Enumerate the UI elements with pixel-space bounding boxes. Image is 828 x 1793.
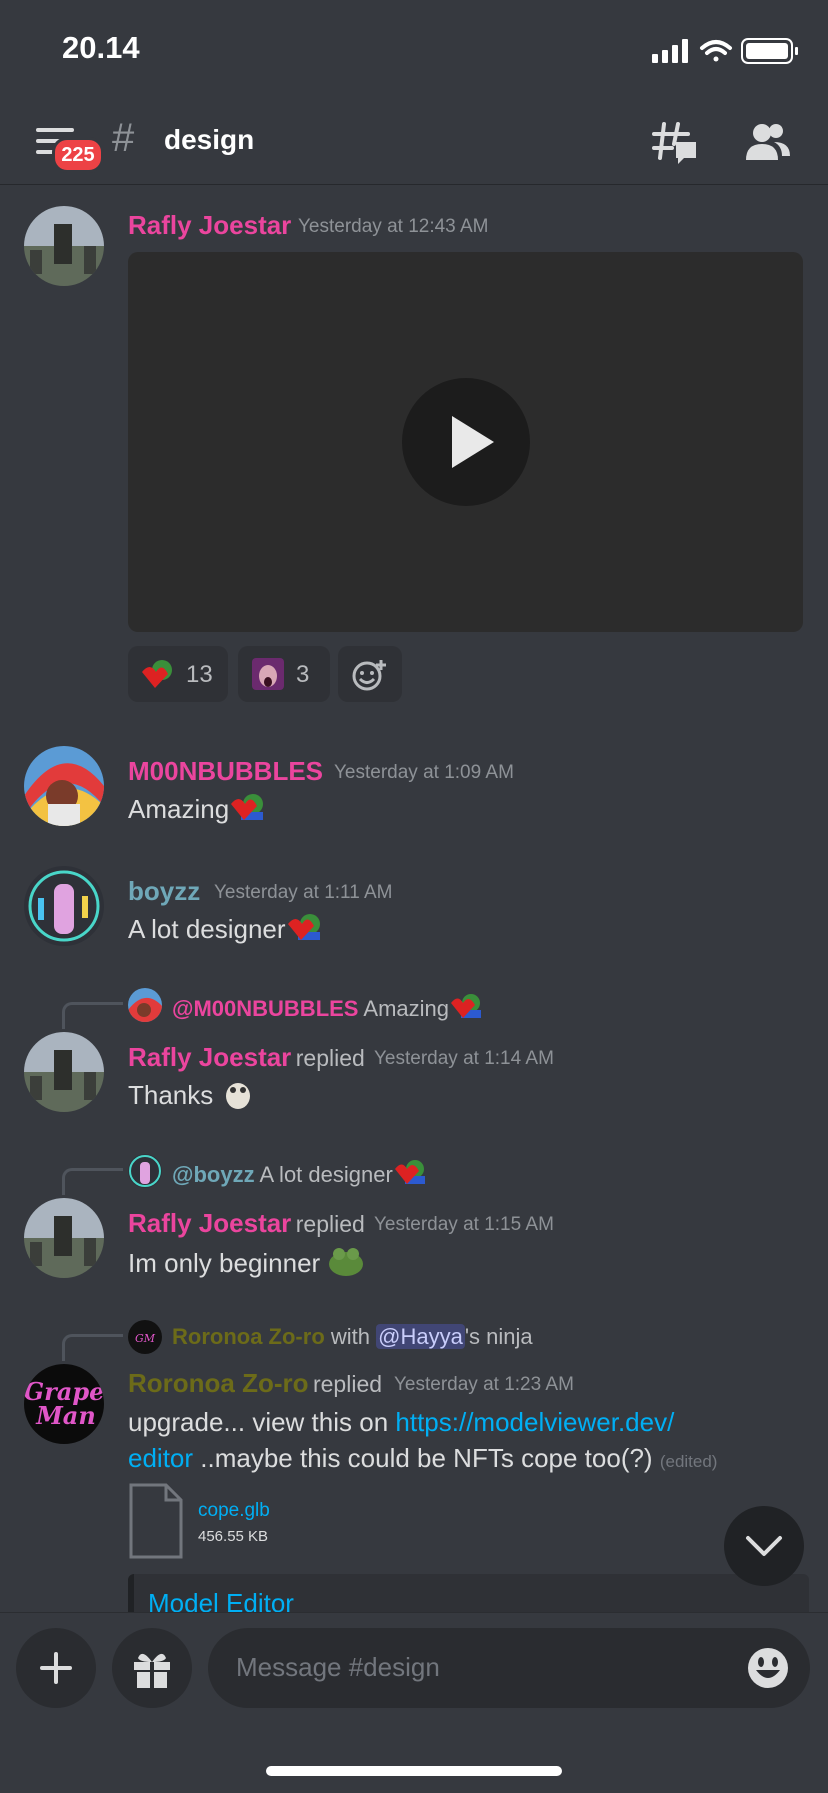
reply-text: Amazing — [363, 996, 449, 1021]
svg-text:GM: GM — [135, 1332, 156, 1345]
message-text: Im only beginner — [128, 1244, 365, 1279]
message-input-placeholder: Message #design — [236, 1652, 440, 1682]
message-username[interactable]: M00NBUBBLES — [128, 756, 323, 787]
reaction-pepe-heart[interactable]: 13 — [128, 646, 228, 702]
emoji-button[interactable] — [746, 1646, 790, 1690]
play-icon — [452, 416, 494, 468]
reply-text-suffix: 's ninja — [464, 1324, 533, 1349]
pepe-heart-emoji — [231, 794, 264, 820]
message-link[interactable]: https://modelviewer.dev/ — [395, 1407, 674, 1437]
scroll-to-bottom-button[interactable] — [724, 1506, 804, 1586]
battery-icon — [741, 38, 798, 64]
message-text-content: Thanks — [128, 1080, 214, 1110]
message-timestamp: Yesterday at 1:09 AM — [334, 762, 514, 783]
avatar[interactable] — [24, 1032, 104, 1112]
message-username[interactable]: boyzz — [128, 876, 200, 907]
reply-preview[interactable]: @M00NBUBBLES Amazing — [172, 992, 483, 1022]
add-reaction-button[interactable] — [338, 646, 402, 702]
message-text-content: Im only beginner — [128, 1248, 321, 1278]
avatar[interactable] — [24, 1198, 104, 1278]
avatar[interactable] — [24, 206, 104, 286]
replied-label: replied — [295, 1211, 365, 1237]
message-link-continued[interactable]: editor — [128, 1443, 193, 1473]
status-icons — [652, 38, 798, 64]
pepe-heart-emoji — [142, 660, 172, 688]
channel-hash-icon: # — [112, 116, 135, 160]
message-text-continued: ..maybe this could be NFTs cope too(?) — [193, 1443, 653, 1473]
avatar[interactable]: Grape Man — [24, 1364, 104, 1444]
status-time: 20.14 — [62, 30, 140, 65]
signal-icon — [652, 39, 688, 63]
message-header: Rafly Joestar replied — [128, 1042, 365, 1073]
reaction-count: 13 — [186, 661, 213, 688]
message-text-content: upgrade... view this on — [128, 1407, 396, 1437]
chevron-down-icon — [746, 1536, 782, 1556]
svg-text:Man: Man — [35, 1401, 96, 1430]
embed-title[interactable]: Model Editor — [148, 1588, 294, 1614]
message-username[interactable]: Rafly Joestar — [128, 1208, 291, 1238]
attachment-size: 456.55 KB — [198, 1528, 269, 1545]
play-button[interactable] — [402, 378, 530, 506]
unread-badge: 225 — [52, 137, 104, 173]
message-header: Roronoa Zo-ro replied — [128, 1368, 382, 1399]
home-indicator — [266, 1766, 562, 1776]
link-embed[interactable]: Model Editor — [128, 1574, 809, 1614]
file-attachment[interactable] — [128, 1482, 184, 1560]
reply-avatar — [128, 1154, 162, 1188]
plus-icon — [40, 1652, 72, 1684]
reply-connector — [62, 1334, 123, 1361]
replied-label: replied — [295, 1045, 365, 1071]
reply-text: A lot designer — [259, 1162, 393, 1187]
screaming-face-emoji — [252, 658, 284, 690]
file-icon — [129, 1483, 183, 1559]
gift-icon — [134, 1653, 170, 1688]
message-timestamp: Yesterday at 1:15 AM — [374, 1214, 554, 1235]
message-timestamp: Yesterday at 1:23 AM — [394, 1374, 574, 1395]
message-text: Thanks — [128, 1078, 255, 1111]
wifi-icon — [700, 40, 732, 62]
reply-mention: @M00NBUBBLES — [172, 996, 359, 1021]
frog-emoji — [329, 1248, 364, 1276]
attachment-name[interactable]: cope.glb — [198, 1500, 270, 1522]
pepe-heart-emoji — [287, 914, 320, 940]
reply-preview[interactable]: Roronoa Zo-ro with @Hayya's ninja — [172, 1324, 533, 1350]
add-reaction-icon — [352, 660, 386, 691]
message-username[interactable]: Rafly Joestar — [128, 210, 291, 241]
reaction-face[interactable]: 3 — [238, 646, 330, 702]
reply-text: with — [330, 1324, 371, 1349]
message-header: Rafly Joestar replied — [128, 1208, 365, 1239]
reply-preview[interactable]: @boyzz A lot designer — [172, 1158, 427, 1188]
pepe-heart-emoji — [450, 994, 481, 1018]
edited-label: (edited) — [659, 1452, 718, 1471]
reply-avatar: GM — [128, 1320, 162, 1354]
message-text: upgrade... view this on https://modelvie… — [128, 1404, 768, 1480]
message-timestamp: Yesterday at 12:43 AM — [298, 216, 489, 237]
threads-icon[interactable] — [652, 120, 698, 166]
reply-author: Roronoa Zo-ro — [172, 1324, 325, 1349]
message-text: Amazing — [128, 792, 265, 825]
members-icon[interactable] — [744, 122, 792, 162]
message-text-content: A lot designer — [128, 914, 286, 944]
message-username[interactable]: Roronoa Zo-ro — [128, 1368, 309, 1398]
reaction-count: 3 — [296, 661, 310, 688]
reply-avatar — [128, 988, 162, 1022]
channel-name[interactable]: design — [164, 124, 254, 156]
add-attachment-button[interactable] — [16, 1628, 96, 1708]
reply-mention: @boyzz — [172, 1162, 255, 1187]
message-timestamp: Yesterday at 1:14 AM — [374, 1048, 554, 1069]
gift-button[interactable] — [112, 1628, 192, 1708]
message-text: A lot designer — [128, 912, 322, 945]
avatar[interactable] — [24, 866, 104, 946]
message-username[interactable]: Rafly Joestar — [128, 1042, 291, 1072]
pepe-heart-emoji — [394, 1160, 425, 1184]
avatar[interactable] — [24, 746, 104, 826]
message-timestamp: Yesterday at 1:11 AM — [214, 882, 393, 903]
message-text-content: Amazing — [128, 794, 230, 824]
reply-connector — [62, 1002, 123, 1029]
reply-connector — [62, 1168, 123, 1195]
smiley-icon — [748, 1648, 788, 1688]
reply-user-mention: @Hayya — [376, 1324, 465, 1349]
frog-emoji — [225, 1083, 250, 1109]
replied-label: replied — [312, 1371, 383, 1397]
